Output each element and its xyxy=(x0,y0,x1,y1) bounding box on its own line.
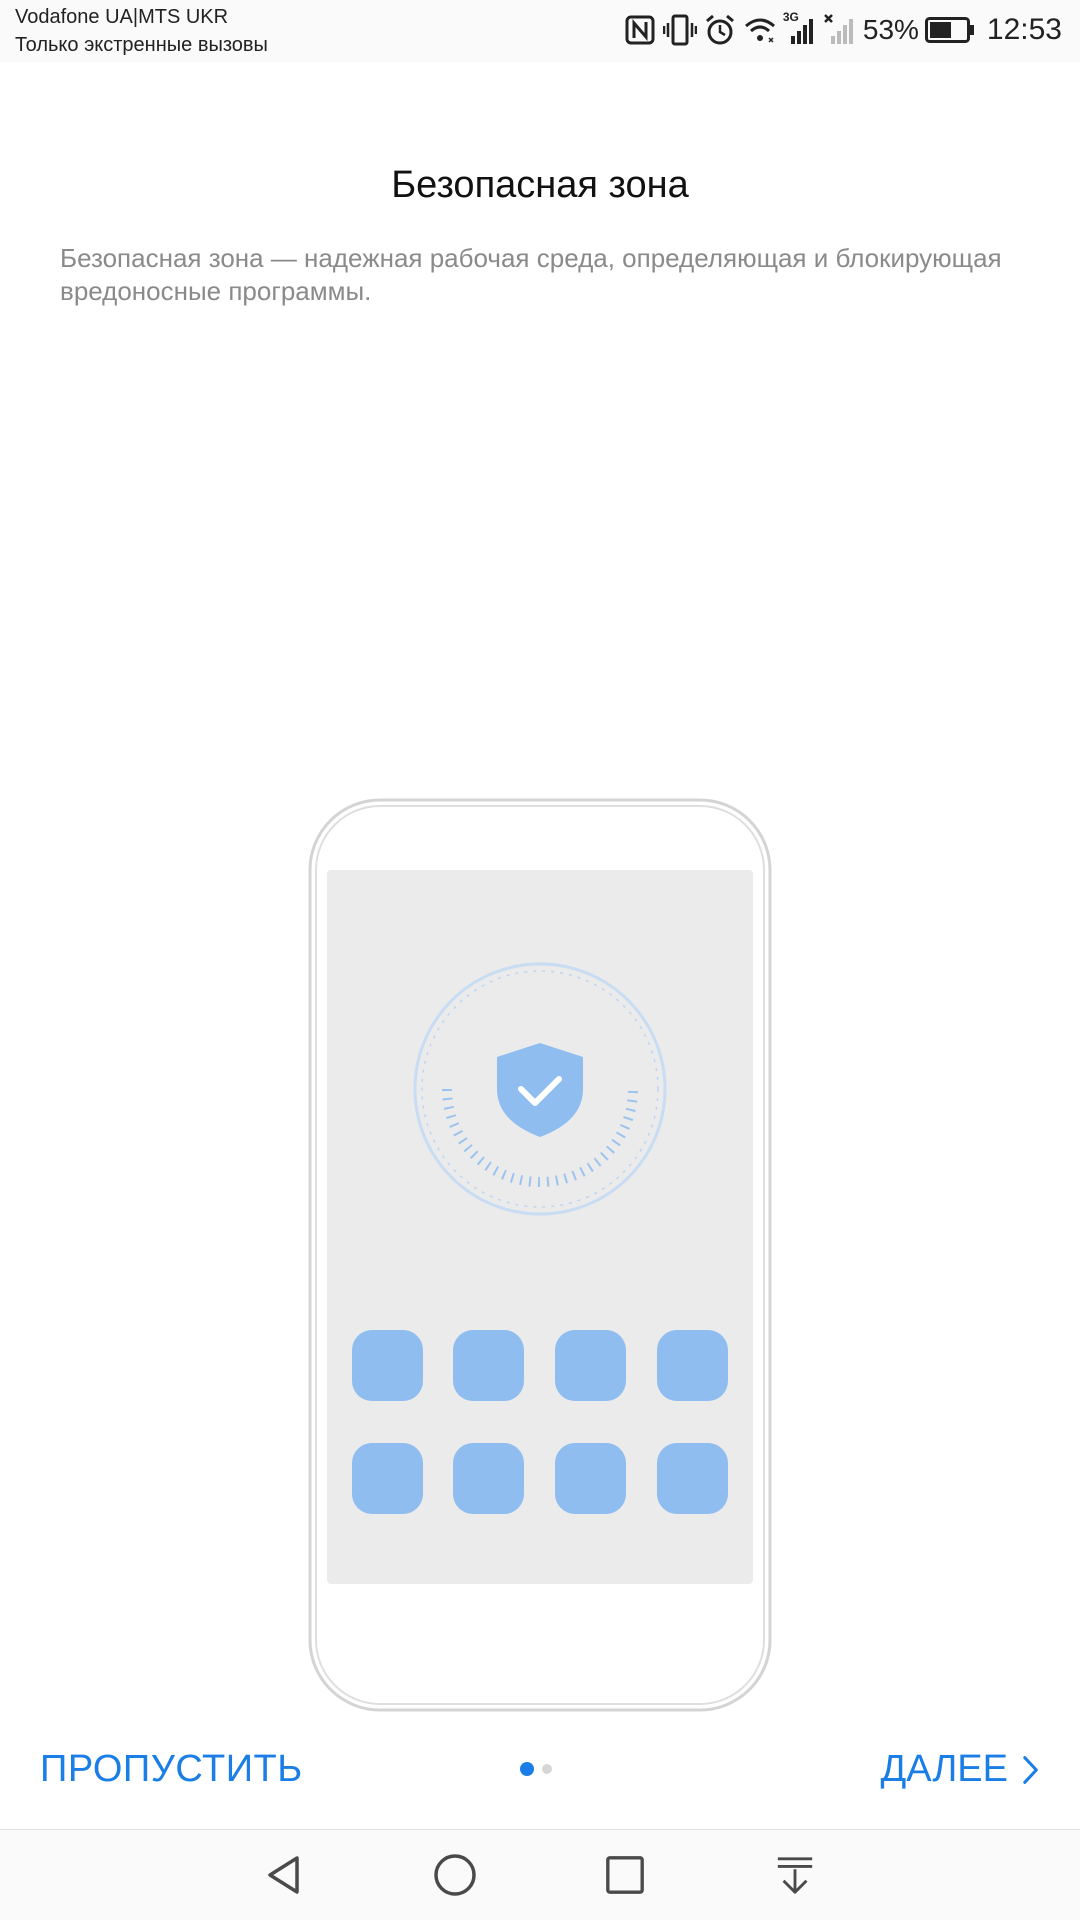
emergency-calls-only: Только экстренные вызовы xyxy=(15,34,268,56)
recents-button[interactable] xyxy=(597,1847,653,1903)
signal-3g: 3G xyxy=(783,10,817,48)
home-button[interactable] xyxy=(427,1847,483,1903)
carrier-name: Vodafone UA|MTS UKR xyxy=(15,6,229,28)
back-button[interactable] xyxy=(256,1847,312,1903)
wifi-icon xyxy=(744,18,775,43)
notifications-pull-button[interactable] xyxy=(767,1847,823,1903)
clock: 12:53 xyxy=(986,13,1062,46)
battery-percent: 53% xyxy=(862,14,919,45)
recents-icon xyxy=(606,1856,644,1894)
back-icon xyxy=(268,1856,299,1894)
phone-illustration xyxy=(308,798,772,1712)
page-indicator xyxy=(520,1762,552,1776)
status-icons: 3G 53% 12:53 xyxy=(623,8,1062,52)
page-description: Безопасная зона — надежная рабочая среда… xyxy=(60,243,1002,306)
status-bar: Vodafone UA|MTS UKR Только экстренные вы… xyxy=(0,0,1080,62)
battery-icon xyxy=(924,17,974,43)
notifications-pull-icon xyxy=(777,1857,813,1894)
nfc-icon xyxy=(625,15,655,45)
no-signal-icon xyxy=(823,14,853,44)
next-button-label: ДАЛЕЕ xyxy=(880,1748,1008,1790)
home-icon xyxy=(434,1854,476,1896)
next-button[interactable]: ДАЛЕЕ xyxy=(880,1748,1040,1791)
alarm-icon xyxy=(705,14,734,45)
navigation-bar xyxy=(0,1830,1080,1920)
signal-icon xyxy=(790,19,813,44)
skip-button[interactable]: ПРОПУСТИТЬ xyxy=(40,1748,303,1791)
page-dot-inactive xyxy=(542,1764,552,1774)
vibrate-icon xyxy=(662,14,697,46)
chevron-right-icon xyxy=(1023,1755,1038,1784)
page-dot-active xyxy=(520,1762,534,1776)
page-title: Безопасная зона xyxy=(391,164,689,206)
